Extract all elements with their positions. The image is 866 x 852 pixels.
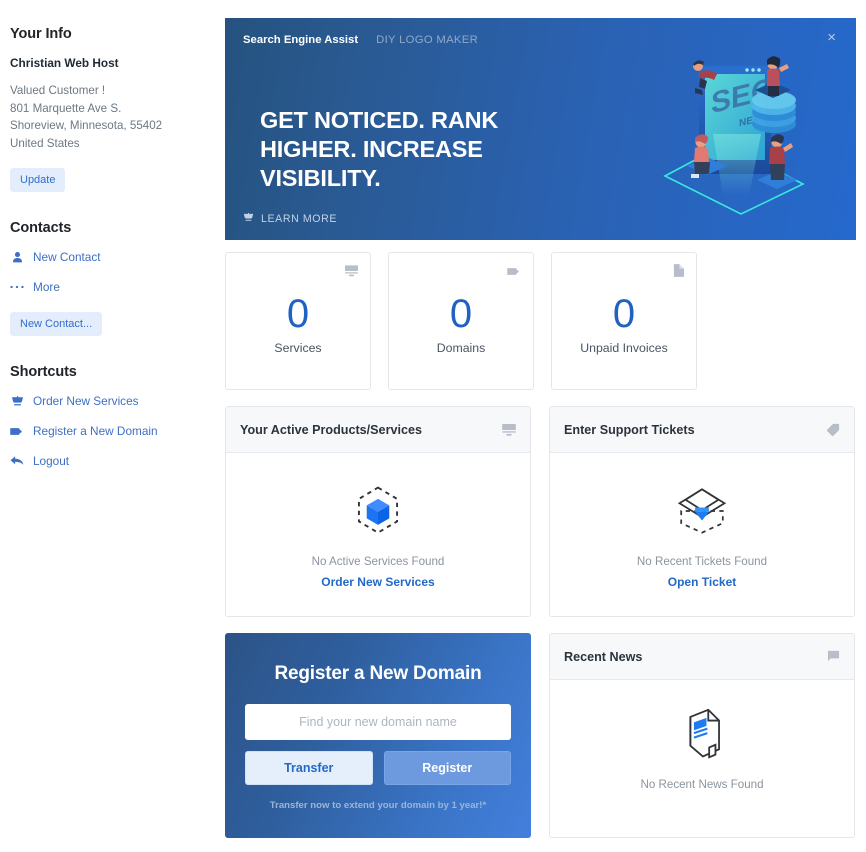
panel-body: No Recent Tickets Found Open Ticket <box>550 453 854 616</box>
order-new-services-link[interactable]: Order New Services <box>321 575 434 589</box>
sidebar-item-label: More <box>33 280 60 294</box>
register-domain-buttons: Transfer Register <box>245 751 511 785</box>
panels-row-two: Register a New Domain Transfer Register … <box>225 633 856 838</box>
tab-search-engine-assist[interactable]: Search Engine Assist <box>243 34 358 46</box>
back-arrow-icon <box>10 454 24 468</box>
panel-header: Recent News <box>550 634 854 680</box>
recent-news-panel: Recent News No Recent News Found <box>549 633 855 838</box>
dashboard-page: Your Info Christian Web Host Valued Cust… <box>0 0 866 852</box>
panel-title: Recent News <box>564 649 643 664</box>
update-button[interactable]: Update <box>10 168 66 192</box>
promo-banner: Search Engine Assist DIY LOGO MAKER × GE… <box>225 18 856 240</box>
address-line: Shoreview, Minnesota, 55402 <box>10 119 163 132</box>
empty-state-text: No Recent News Found <box>640 778 764 791</box>
stat-value: 0 <box>286 291 310 336</box>
close-icon[interactable]: × <box>827 30 836 45</box>
stat-label: Domains <box>436 340 486 355</box>
cart-icon <box>243 212 254 226</box>
learn-more-label: LEARN MORE <box>261 213 338 225</box>
transfer-button[interactable]: Transfer <box>245 751 373 785</box>
sidebar: Your Info Christian Web Host Valued Cust… <box>0 0 210 852</box>
domain-search-input[interactable] <box>245 704 511 740</box>
address-line: United States <box>10 136 80 150</box>
sidebar-item-order-new-services[interactable]: Order New Services <box>10 394 200 408</box>
panel-body: No Recent News Found <box>550 680 854 815</box>
sidebar-item-new-contact[interactable]: New Contact <box>10 250 200 264</box>
tab-diy-logo-maker[interactable]: DIY LOGO MAKER <box>376 34 478 46</box>
empty-state-text: No Recent Tickets Found <box>636 554 768 568</box>
support-tickets-panel: Enter Support Tickets No Recent Tickets … <box>549 406 855 617</box>
stat-value: 0 <box>612 291 636 336</box>
stat-label: Services <box>274 340 322 355</box>
banner-tabs: Search Engine Assist DIY LOGO MAKER <box>243 34 478 46</box>
your-info-heading: Your Info <box>10 26 72 42</box>
server-icon <box>345 264 358 282</box>
panel-header: Enter Support Tickets <box>550 407 854 453</box>
banner-headline: GET NOTICED. RANK HIGHER. INCREASE VISIB… <box>260 107 499 191</box>
stat-value: 0 <box>449 291 473 336</box>
stat-card-services[interactable]: 0 Services <box>225 252 371 390</box>
address-line: 801 Marquette Ave S. <box>10 101 122 115</box>
new-contact-button[interactable]: New Contact... <box>10 312 103 336</box>
transfer-note: Transfer now to extend your domain by 1 … <box>269 800 487 811</box>
register-button[interactable]: Register <box>383 751 511 785</box>
newspaper-icon <box>689 708 720 759</box>
panels-row-one: Your Active Products/Services No Active … <box>225 406 856 617</box>
panel-header: Your Active Products/Services <box>226 407 530 453</box>
seo-isometric-illustration: SEO NETWORK <box>663 56 805 215</box>
stat-cards: 0 Services 0 Domains 0 Unpaid Invoices <box>225 252 856 390</box>
address-block: Valued Customer ! 801 Marquette Ave S. S… <box>10 82 200 152</box>
main-content: Search Engine Assist DIY LOGO MAKER × GE… <box>225 18 856 838</box>
account-name: Christian Web Host <box>10 56 119 70</box>
sidebar-item-register-new-domain[interactable]: Register a New Domain <box>10 424 200 438</box>
server-icon <box>502 423 516 436</box>
tag-icon <box>826 423 840 437</box>
panel-title: Your Active Products/Services <box>240 422 422 437</box>
register-domain-title: Register a New Domain <box>274 663 482 684</box>
tag-icon <box>507 264 521 282</box>
sidebar-item-label: Order New Services <box>33 394 139 408</box>
panel-body: No Active Services Found Order New Servi… <box>226 453 530 616</box>
empty-state-text: No Active Services Found <box>311 554 445 568</box>
stat-label: Unpaid Invoices <box>580 340 668 355</box>
shortcuts-heading: Shortcuts <box>10 364 77 380</box>
address-line: Valued Customer ! <box>10 84 106 97</box>
sidebar-item-logout[interactable]: Logout <box>10 454 200 468</box>
open-ticket-link[interactable]: Open Ticket <box>668 575 736 589</box>
panel-title: Enter Support Tickets <box>564 422 695 437</box>
envelope-download-icon <box>677 487 727 534</box>
active-products-panel: Your Active Products/Services No Active … <box>225 406 531 617</box>
contacts-heading: Contacts <box>10 220 72 236</box>
tag-icon <box>10 424 24 438</box>
stat-card-unpaid-invoices[interactable]: 0 Unpaid Invoices <box>551 252 697 390</box>
ellipsis-icon <box>10 280 24 294</box>
stat-card-domains[interactable]: 0 Domains <box>388 252 534 390</box>
sidebar-item-more[interactable]: More <box>10 280 200 294</box>
dashed-hexagon-cube-icon <box>357 485 399 534</box>
sidebar-item-label: Logout <box>33 454 70 468</box>
register-domain-panel: Register a New Domain Transfer Register … <box>225 633 531 838</box>
sidebar-item-label: Register a New Domain <box>33 424 158 438</box>
person-icon <box>10 250 24 264</box>
sidebar-item-label: New Contact <box>33 250 101 264</box>
learn-more-button[interactable]: LEARN MORE <box>243 212 337 226</box>
flag-icon <box>827 650 840 663</box>
document-icon <box>673 264 684 282</box>
cart-icon <box>10 394 24 408</box>
